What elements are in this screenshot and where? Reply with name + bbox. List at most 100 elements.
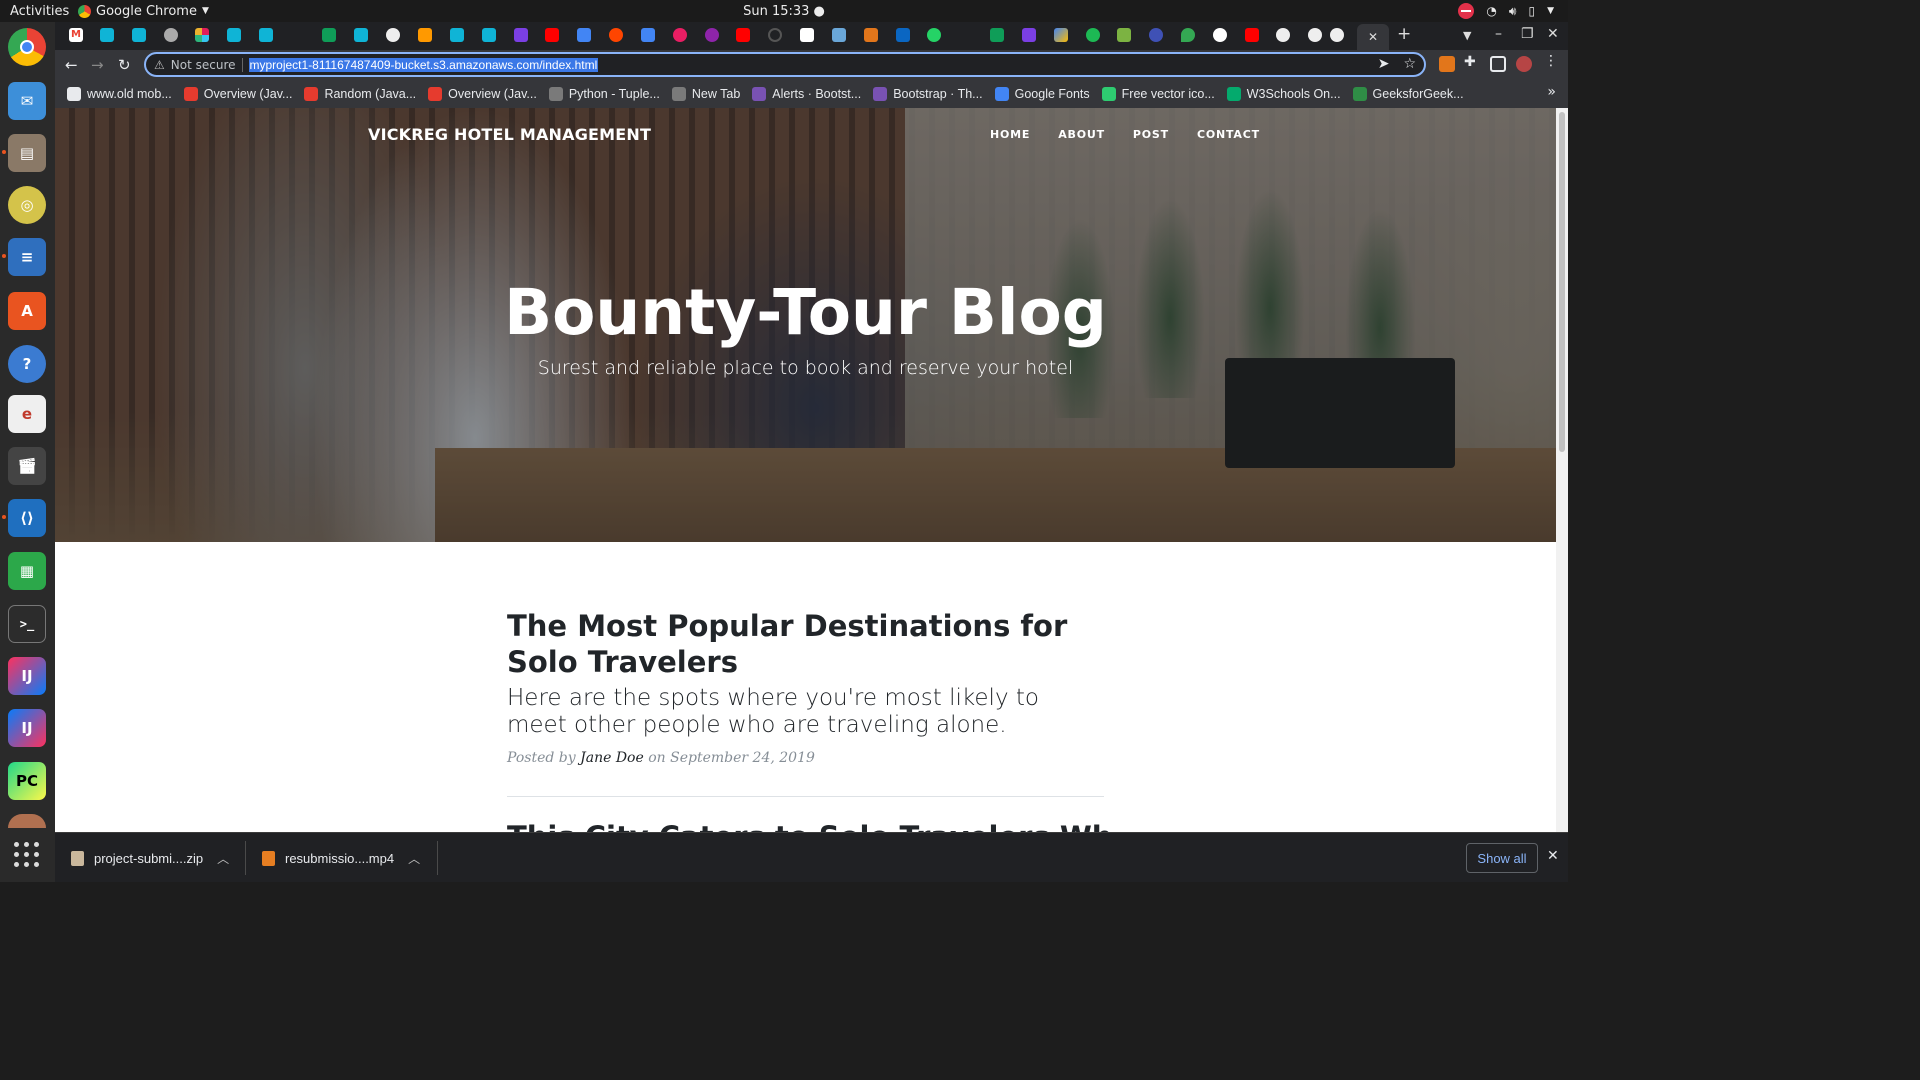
- address-bar[interactable]: ⚠ Not secure myproject1-811167487409-buc…: [144, 52, 1426, 77]
- security-label[interactable]: Not secure: [171, 58, 236, 72]
- warning-icon[interactable]: ⚠: [154, 58, 165, 72]
- activities-button[interactable]: Activities: [0, 4, 78, 19]
- green-tab-icon[interactable]: [1086, 28, 1100, 42]
- w-tab-icon[interactable]: [132, 28, 146, 42]
- show-all-button[interactable]: Show all: [1466, 843, 1538, 873]
- side-panel-icon[interactable]: [1490, 56, 1506, 72]
- back-button[interactable]: ←: [65, 56, 78, 74]
- intellij-icon[interactable]: IJ: [8, 657, 46, 695]
- bookmark-item[interactable]: Alerts · Bootst...: [752, 87, 861, 101]
- nav-home[interactable]: HOME: [990, 128, 1030, 141]
- minimize-button[interactable]: –: [1495, 26, 1502, 42]
- whatsapp-tab-icon[interactable]: [927, 28, 941, 42]
- sheets-tab-icon[interactable]: [990, 28, 1004, 42]
- youtube-tab-icon[interactable]: [1245, 28, 1259, 42]
- globe-tab-icon[interactable]: [1330, 28, 1344, 42]
- writer-icon[interactable]: ≡: [8, 238, 46, 276]
- tab-search-icon[interactable]: ▼: [1463, 29, 1471, 42]
- maps-tab-icon[interactable]: [1181, 28, 1195, 42]
- post-title[interactable]: The Most Popular Destinations for Solo T…: [507, 608, 1104, 680]
- reload-button[interactable]: ↻: [118, 56, 131, 74]
- docs-tab-icon[interactable]: [641, 28, 655, 42]
- linkedin-tab-icon[interactable]: [896, 28, 910, 42]
- forms-tab-icon[interactable]: [1022, 28, 1036, 42]
- software-center-icon[interactable]: A: [8, 292, 46, 330]
- globe-tab-icon[interactable]: [1276, 28, 1290, 42]
- bookmark-item[interactable]: W3Schools On...: [1226, 87, 1341, 101]
- trash-icon[interactable]: [8, 814, 46, 828]
- pycharm-icon[interactable]: PC: [8, 762, 46, 800]
- w-tab-icon[interactable]: [482, 28, 496, 42]
- reddit-tab-icon[interactable]: [609, 28, 623, 42]
- terminal-icon[interactable]: >_: [8, 605, 46, 643]
- music-tab-icon[interactable]: [673, 28, 687, 42]
- app-menu[interactable]: Google Chrome ▼: [78, 4, 209, 19]
- w-tab-icon[interactable]: [100, 28, 114, 42]
- system-tray[interactable]: ◔ 🔊︎ ▯ ▼: [1458, 3, 1554, 19]
- bookmark-item[interactable]: New Tab: [671, 87, 740, 101]
- bookmark-item[interactable]: Free vector ico...: [1101, 87, 1215, 101]
- download-filename[interactable]: resubmissio....mp4: [285, 851, 394, 866]
- post-preview[interactable]: The Most Popular Destinations for Solo T…: [507, 608, 1104, 766]
- bookmark-item[interactable]: Overview (Jav...: [183, 87, 292, 101]
- youtube-tab-icon[interactable]: [545, 28, 559, 42]
- eclipse-icon[interactable]: e: [8, 395, 46, 433]
- browser-menu-icon[interactable]: ⋮: [1544, 53, 1560, 69]
- vscode-icon[interactable]: ⟨⟩: [8, 499, 46, 537]
- intellij-community-icon[interactable]: IJ: [8, 709, 46, 747]
- tab-close-icon[interactable]: ✕: [1368, 30, 1378, 44]
- send-icon[interactable]: ➤: [1378, 56, 1390, 72]
- bookmark-item[interactable]: Bootstrap · Th...: [873, 87, 983, 101]
- files-icon[interactable]: ▤: [8, 134, 46, 172]
- chevron-up-icon[interactable]: ︿: [217, 850, 229, 867]
- show-applications-icon[interactable]: [14, 842, 40, 868]
- bookmarks-overflow-icon[interactable]: »: [1547, 84, 1556, 100]
- site-brand[interactable]: VICKREG HOTEL MANAGEMENT: [368, 125, 651, 144]
- aws-tab-icon[interactable]: [418, 28, 432, 42]
- google-tab-icon[interactable]: [1213, 28, 1227, 42]
- w-tab-icon[interactable]: [259, 28, 273, 42]
- profile-avatar[interactable]: [1516, 56, 1532, 72]
- forms-tab-icon[interactable]: [514, 28, 528, 42]
- bookmark-item[interactable]: www.old mob...: [67, 87, 172, 101]
- globe-tab-icon[interactable]: [1308, 28, 1322, 42]
- nav-about[interactable]: ABOUT: [1058, 128, 1105, 141]
- medium-tab-icon[interactable]: [800, 28, 814, 42]
- active-tab[interactable]: ✕: [1357, 24, 1389, 50]
- post-title[interactable]: This City Caters to Solo Travelers Wh: [507, 820, 1112, 832]
- gmail-tab-icon[interactable]: M: [69, 28, 83, 42]
- close-icon[interactable]: ✕: [1547, 848, 1559, 864]
- post-subtitle[interactable]: Here are the spots where you're most lik…: [507, 685, 1104, 739]
- bookmark-item[interactable]: Google Fonts: [994, 87, 1090, 101]
- page-scrollbar[interactable]: [1556, 108, 1568, 832]
- chevron-up-icon[interactable]: ︿: [408, 850, 420, 867]
- scrollbar-thumb[interactable]: [1559, 112, 1565, 452]
- bookmark-item[interactable]: Overview (Jav...: [428, 87, 537, 101]
- close-button[interactable]: ✕: [1547, 26, 1559, 42]
- video-editor-icon[interactable]: 🎬︎: [8, 447, 46, 485]
- bookmark-star-icon[interactable]: ☆: [1403, 56, 1416, 72]
- rhythmbox-icon[interactable]: ◎: [8, 186, 46, 224]
- w-tab-icon[interactable]: [450, 28, 464, 42]
- metamask-tab-icon[interactable]: [864, 28, 878, 42]
- github-tab-icon[interactable]: [164, 28, 178, 42]
- spreadsheet-icon[interactable]: ▦: [8, 552, 46, 590]
- bookmark-item[interactable]: Random (Java...: [304, 87, 416, 101]
- purple-tab-icon[interactable]: [705, 28, 719, 42]
- bookmark-item[interactable]: GeeksforGeek...: [1352, 87, 1464, 101]
- mail-icon[interactable]: ✉: [8, 82, 46, 120]
- green-square-tab-icon[interactable]: [1117, 28, 1131, 42]
- cloud-tab-icon[interactable]: [832, 28, 846, 42]
- post-author-link[interactable]: Jane Doe: [580, 750, 644, 766]
- help-icon[interactable]: ?: [8, 345, 46, 383]
- loading-tab-icon[interactable]: [768, 28, 782, 42]
- w-tab-icon[interactable]: [354, 28, 368, 42]
- maximize-button[interactable]: ❐: [1521, 26, 1534, 42]
- forward-button[interactable]: →: [91, 56, 104, 74]
- new-tab-button[interactable]: +: [1397, 24, 1411, 44]
- download-item[interactable]: resubmissio....mp4 ︿: [262, 833, 420, 883]
- docs-tab-icon[interactable]: [577, 28, 591, 42]
- youtube-tab-icon[interactable]: [736, 28, 750, 42]
- download-filename[interactable]: project-submi....zip: [94, 851, 203, 866]
- slack-tab-icon[interactable]: [195, 28, 209, 42]
